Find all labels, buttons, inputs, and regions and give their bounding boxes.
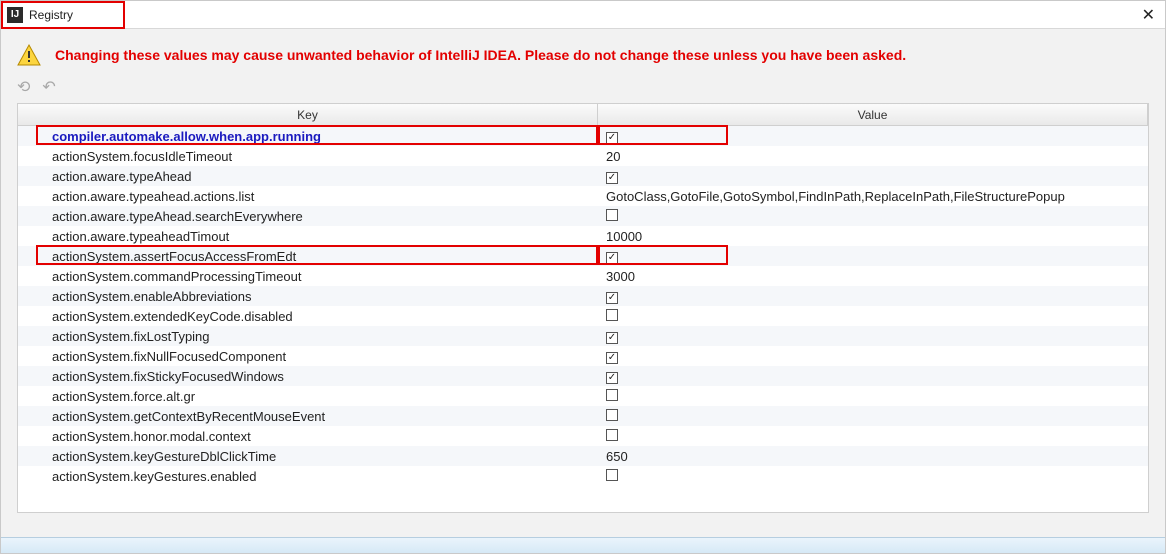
checkbox[interactable] xyxy=(606,409,618,421)
registry-key: actionSystem.enableAbbreviations xyxy=(18,289,598,304)
table-row[interactable]: actionSystem.fixNullFocusedComponent ✓ xyxy=(18,346,1148,366)
registry-value[interactable] xyxy=(598,469,1148,484)
warning-icon xyxy=(17,43,41,67)
registry-value[interactable]: 3000 xyxy=(598,269,1148,284)
checkbox[interactable]: ✓ xyxy=(606,132,618,144)
title-highlight: IJ Registry xyxy=(1,1,125,29)
registry-key: actionSystem.fixStickyFocusedWindows xyxy=(18,369,598,384)
table-row[interactable]: actionSystem.keyGestures.enabled xyxy=(18,466,1148,486)
undo-icon[interactable]: ↶ xyxy=(42,77,55,97)
registry-value[interactable]: ✓ xyxy=(598,288,1148,304)
restart-icon[interactable]: ⟲ xyxy=(17,77,30,97)
table-row[interactable]: actionSystem.fixLostTyping ✓ xyxy=(18,326,1148,346)
toolbar: ⟲ ↶ xyxy=(1,77,1165,103)
table-row[interactable]: compiler.automake.allow.when.app.running… xyxy=(18,126,1148,146)
registry-key: actionSystem.getContextByRecentMouseEven… xyxy=(18,409,598,424)
warning-text: Changing these values may cause unwanted… xyxy=(55,47,906,63)
registry-value[interactable]: ✓ xyxy=(598,128,1148,144)
column-header-value[interactable]: Value xyxy=(598,104,1148,125)
registry-key: actionSystem.force.alt.gr xyxy=(18,389,598,404)
registry-key: actionSystem.keyGestures.enabled xyxy=(18,469,598,484)
checkbox[interactable] xyxy=(606,209,618,221)
registry-table: Key Value compiler.automake.allow.when.a… xyxy=(17,103,1149,513)
table-row[interactable]: action.aware.typeAhead.searchEverywhere xyxy=(18,206,1148,226)
registry-value[interactable] xyxy=(598,309,1148,324)
registry-value[interactable] xyxy=(598,429,1148,444)
registry-value[interactable]: ✓ xyxy=(598,368,1148,384)
registry-key: actionSystem.assertFocusAccessFromEdt xyxy=(18,249,598,264)
checkbox[interactable] xyxy=(606,389,618,401)
registry-key: actionSystem.focusIdleTimeout xyxy=(18,149,598,164)
registry-key: compiler.automake.allow.when.app.running xyxy=(18,129,598,144)
table-row[interactable]: actionSystem.focusIdleTimeout20 xyxy=(18,146,1148,166)
table-row[interactable]: actionSystem.commandProcessingTimeout300… xyxy=(18,266,1148,286)
registry-key: actionSystem.fixLostTyping xyxy=(18,329,598,344)
registry-key: actionSystem.fixNullFocusedComponent xyxy=(18,349,598,364)
table-row[interactable]: actionSystem.assertFocusAccessFromEdt ✓ xyxy=(18,246,1148,266)
registry-key: actionSystem.commandProcessingTimeout xyxy=(18,269,598,284)
table-body: compiler.automake.allow.when.app.running… xyxy=(18,126,1148,486)
registry-key: actionSystem.keyGestureDblClickTime xyxy=(18,449,598,464)
checkbox[interactable]: ✓ xyxy=(606,292,618,304)
checkbox[interactable]: ✓ xyxy=(606,372,618,384)
registry-value[interactable]: ✓ xyxy=(598,348,1148,364)
table-row[interactable]: action.aware.typeaheadTimout10000 xyxy=(18,226,1148,246)
table-row[interactable]: actionSystem.force.alt.gr xyxy=(18,386,1148,406)
checkbox[interactable]: ✓ xyxy=(606,252,618,264)
registry-key: action.aware.typeAhead xyxy=(18,169,598,184)
table-row[interactable]: actionSystem.honor.modal.context xyxy=(18,426,1148,446)
table-header: Key Value xyxy=(18,104,1148,126)
close-icon[interactable]: ✕ xyxy=(1142,5,1155,25)
registry-window: IJ Registry ✕ Changing these values may … xyxy=(0,0,1166,554)
registry-key: action.aware.typeahead.actions.list xyxy=(18,189,598,204)
registry-value[interactable]: ✓ xyxy=(598,328,1148,344)
table-row[interactable]: actionSystem.fixStickyFocusedWindows ✓ xyxy=(18,366,1148,386)
registry-key: actionSystem.honor.modal.context xyxy=(18,429,598,444)
checkbox[interactable] xyxy=(606,469,618,481)
registry-value[interactable] xyxy=(598,389,1148,404)
checkbox[interactable]: ✓ xyxy=(606,332,618,344)
registry-value[interactable] xyxy=(598,409,1148,424)
checkbox[interactable]: ✓ xyxy=(606,352,618,364)
registry-value[interactable]: 20 xyxy=(598,149,1148,164)
table-row[interactable]: action.aware.typeahead.actions.listGotoC… xyxy=(18,186,1148,206)
checkbox[interactable] xyxy=(606,309,618,321)
table-row[interactable]: actionSystem.getContextByRecentMouseEven… xyxy=(18,406,1148,426)
registry-value[interactable]: 650 xyxy=(598,449,1148,464)
checkbox[interactable]: ✓ xyxy=(606,172,618,184)
table-row[interactable]: actionSystem.enableAbbreviations ✓ xyxy=(18,286,1148,306)
registry-value[interactable] xyxy=(598,209,1148,224)
registry-key: action.aware.typeAhead.searchEverywhere xyxy=(18,209,598,224)
table-row[interactable]: actionSystem.extendedKeyCode.disabled xyxy=(18,306,1148,326)
column-header-key[interactable]: Key xyxy=(18,104,598,125)
table-row[interactable]: action.aware.typeAhead ✓ xyxy=(18,166,1148,186)
window-title: Registry xyxy=(29,8,73,22)
checkbox[interactable] xyxy=(606,429,618,441)
registry-value[interactable]: ✓ xyxy=(598,248,1148,264)
registry-value[interactable]: ✓ xyxy=(598,168,1148,184)
table-row[interactable]: actionSystem.keyGestureDblClickTime650 xyxy=(18,446,1148,466)
app-icon: IJ xyxy=(7,7,23,23)
registry-value[interactable]: GotoClass,GotoFile,GotoSymbol,FindInPath… xyxy=(598,189,1148,204)
titlebar: IJ Registry ✕ xyxy=(1,1,1165,29)
warning-row: Changing these values may cause unwanted… xyxy=(1,29,1165,77)
registry-key: actionSystem.extendedKeyCode.disabled xyxy=(18,309,598,324)
bottom-strip xyxy=(1,537,1165,553)
registry-value[interactable]: 10000 xyxy=(598,229,1148,244)
registry-key: action.aware.typeaheadTimout xyxy=(18,229,598,244)
